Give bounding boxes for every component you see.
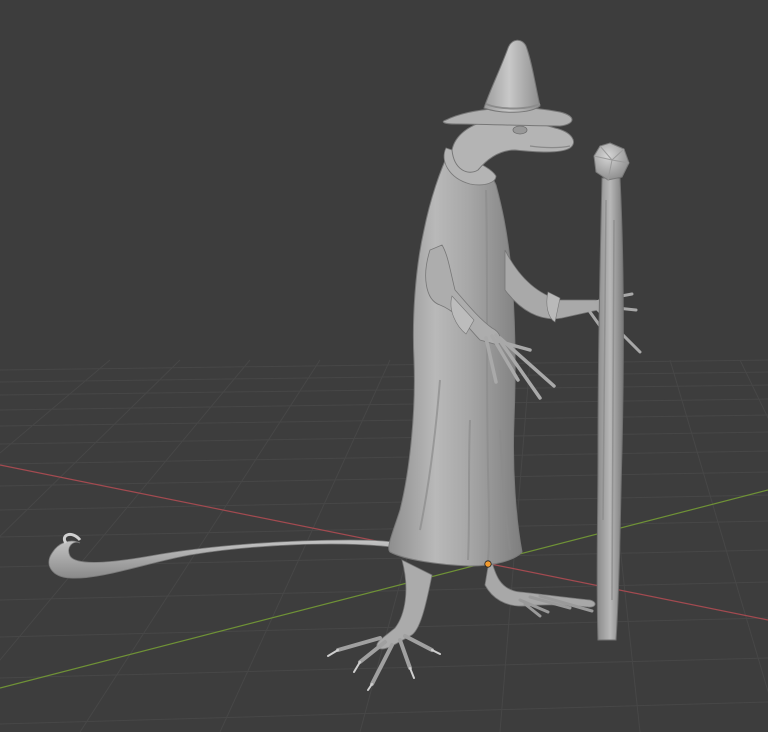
front-foot[interactable]	[327, 559, 441, 691]
viewport-scene[interactable]	[0, 0, 768, 732]
wizard-hat[interactable]	[442, 39, 573, 127]
wooden-staff[interactable]	[596, 177, 624, 641]
lizard-eye	[512, 125, 528, 135]
back-foot[interactable]	[484, 554, 596, 618]
object-origin-point[interactable]	[484, 560, 492, 568]
robe[interactable]	[388, 149, 523, 567]
lizard-head[interactable]	[451, 118, 574, 173]
staff-crystal[interactable]	[593, 142, 630, 181]
3d-viewport[interactable]	[0, 0, 768, 732]
